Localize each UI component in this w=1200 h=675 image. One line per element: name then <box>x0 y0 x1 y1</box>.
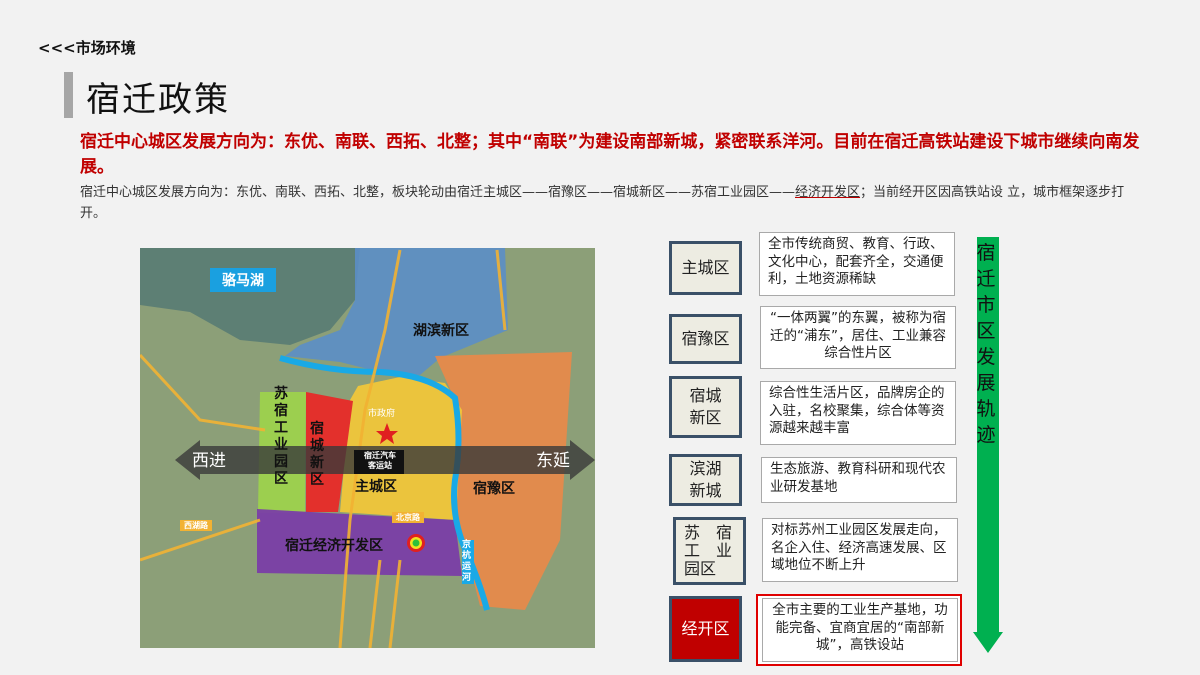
label-beijing-road: 北京路 <box>392 512 424 523</box>
label-sucheng: 宿 城 新 区 <box>310 421 324 489</box>
zone-name: 经开区 <box>681 618 729 640</box>
zone-desc-suyu: “一体两翼”的东翼，被称为宿迁的“浦东”，居住、工业兼容综合性片区 <box>760 306 956 369</box>
zone-desc-binhu: 生态旅游、教育科研和现代农业研发基地 <box>761 457 957 503</box>
label-west: 西进 <box>192 446 226 471</box>
label-cityhall: 市政府 <box>368 406 395 419</box>
zone-desc-sucheng: 综合性生活片区，品牌房企的入驻，名校聚集，综合体等资源越来越丰富 <box>760 381 956 445</box>
zone-desc-susu: 对标苏州工业园区发展走向，名企入住、经济高速发展、区域地位不断上升 <box>762 518 958 582</box>
description-text: 宿迁中心城区发展方向为：东优、南联、西拓、北整，板块轮动由宿迁主城区——宿豫区—… <box>80 182 1150 224</box>
label-canal: 京 杭 运 河 <box>462 540 474 584</box>
zone-label-susu: 苏 宿 工 业 园区 <box>673 517 746 585</box>
zone-name: 宿豫区 <box>681 328 729 350</box>
page-title: 宿迁政策 <box>86 72 230 121</box>
desc-underlined: 经济开发区 <box>795 185 860 200</box>
label-kaifa: 宿迁经济开发区 <box>285 535 383 555</box>
title-accent-bar <box>64 72 73 118</box>
zone-label-kaifa: 经开区 <box>669 596 742 662</box>
zone-name: 苏 宿 工 业 园区 <box>684 524 732 578</box>
label-east: 东延 <box>536 446 570 471</box>
zone-label-sucheng: 宿城 新区 <box>669 376 742 438</box>
label-lake: 骆马湖 <box>210 268 276 292</box>
zone-name: 宿城 新区 <box>689 385 721 429</box>
label-station: 宿迁汽车 客运站 <box>355 451 405 471</box>
label-zhucheng: 主城区 <box>355 476 397 496</box>
lead-text: 宿迁中心城区发展方向为：东优、南联、西拓、北整；其中“南联”为建设南部新城，紧密… <box>80 130 1150 180</box>
desc-part1: 宿迁中心城区发展方向为：东优、南联、西拓、北整，板块轮动由宿迁主城区——宿豫区—… <box>80 185 795 200</box>
zone-label-zhucheng: 主城区 <box>669 241 742 295</box>
label-hubin: 湖滨新区 <box>413 320 469 340</box>
zone-desc-kaifa: 全市主要的工业生产基地，功能完备、宜商宜居的“南部新城”，高铁设站 <box>762 598 958 662</box>
label-xihu-road: 西湖路 <box>180 520 212 531</box>
zone-desc-zhucheng: 全市传统商贸、教育、行政、文化中心，配套齐全，交通便利，土地资源稀缺 <box>759 232 955 296</box>
trend-label: 宿迁市区发展轨迹 <box>975 240 997 448</box>
zone-name: 滨湖 新城 <box>689 458 721 502</box>
district-map: 骆马湖 湖滨新区 宿豫区 主城区 宿 城 新 区 苏 宿 工 业 园 区 宿迁经… <box>140 248 595 648</box>
zone-name: 主城区 <box>681 257 729 279</box>
label-susu: 苏 宿 工 业 园 区 <box>274 386 288 488</box>
zone-label-binhu: 滨湖 新城 <box>669 454 742 506</box>
label-suyu: 宿豫区 <box>473 478 515 498</box>
breadcrumb[interactable]: <<<市场环境 <box>38 37 136 58</box>
zone-label-suyu: 宿豫区 <box>669 314 742 364</box>
